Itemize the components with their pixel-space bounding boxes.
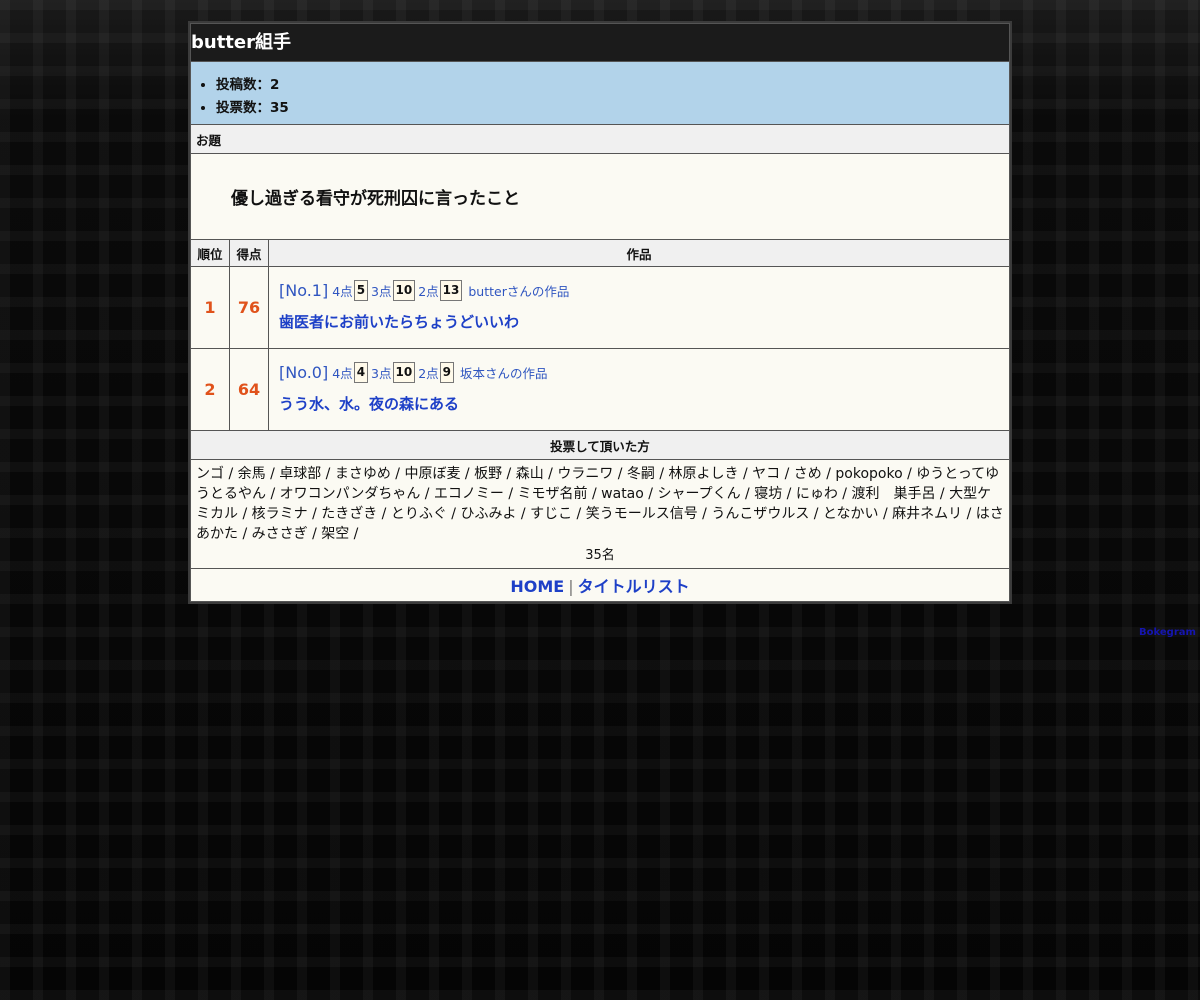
points-3-count: 10	[392, 361, 416, 383]
work-cell: [No.0] 4点 4 3点 10 2点 9 坂本さんの作品 うう水、水。夜の森…	[268, 348, 1010, 431]
work-header: 作品	[268, 239, 1010, 267]
score-cell: 76	[229, 266, 269, 349]
home-link[interactable]: HOME	[510, 577, 564, 596]
nav-separator: |	[568, 577, 574, 596]
odai-text: 優し過ぎる看守が死刑囚に言ったこと	[190, 153, 1010, 240]
entry-meta: [No.0] 4点 4 3点 10 2点 9 坂本さんの作品	[279, 361, 1009, 383]
points-3-label: 3点	[371, 365, 392, 381]
stats-list: 投稿数：2 投票数：35	[191, 67, 1009, 120]
author-link[interactable]: butterさんの作品	[468, 281, 569, 300]
points-4-label: 4点	[332, 283, 353, 299]
voter-list: ンゴ / 余馬 / 卓球部 / まさゆめ / 中原ぼ麦 / 板野 / 森山 / …	[196, 466, 1004, 542]
rank-cell: 1	[190, 266, 230, 349]
points-4-count: 5	[353, 279, 369, 301]
footer-nav: HOME | タイトルリスト	[190, 568, 1010, 602]
points-4-count: 4	[353, 361, 369, 383]
voters-heading: 投票して頂いた方	[190, 430, 1010, 460]
voters-section: ンゴ / 余馬 / 卓球部 / まさゆめ / 中原ぼ麦 / 板野 / 森山 / …	[190, 459, 1010, 569]
entry-meta: [No.1] 4点 5 3点 10 2点 13 butterさんの作品	[279, 279, 1009, 301]
rank-cell: 2	[190, 348, 230, 431]
rank-header: 順位	[190, 239, 230, 267]
entry-number-link[interactable]: [No.1]	[279, 281, 328, 300]
score-cell: 64	[229, 348, 269, 431]
stats-section: 投稿数：2 投票数：35	[190, 61, 1010, 125]
credit-link[interactable]: Bokegram	[1139, 627, 1196, 638]
voter-count: 35名	[585, 548, 615, 563]
vote-count: 投票数：35	[216, 97, 1009, 120]
title-list-link[interactable]: タイトルリスト	[578, 577, 690, 596]
points-3-count: 10	[392, 279, 416, 301]
points-2-label: 2点	[418, 365, 439, 381]
points-2-count: 9	[439, 361, 455, 383]
odai-heading: お題	[190, 124, 1010, 154]
results-layout-table: butter組手 投稿数：2 投票数：35 お題 優し過ぎる看守が死刑囚に言った…	[190, 23, 1010, 602]
page-title: butter組手	[190, 23, 1010, 62]
work-title: 歯医者にお前いたらちょうどいいわ	[279, 313, 520, 331]
author-link[interactable]: 坂本さんの作品	[460, 363, 548, 382]
table-row: 1 76 [No.1] 4点 5 3点 10 2点 13 butterさんの作品…	[190, 266, 1010, 349]
points-2-count: 13	[439, 279, 463, 301]
results-panel: butter組手 投稿数：2 投票数：35 お題 優し過ぎる看守が死刑囚に言った…	[188, 21, 1012, 604]
entry-number-link[interactable]: [No.0]	[279, 363, 328, 382]
points-4-label: 4点	[332, 365, 353, 381]
points-3-label: 3点	[371, 283, 392, 299]
points-2-label: 2点	[418, 283, 439, 299]
work-title: うう水、水。夜の森にある	[279, 395, 460, 413]
post-count: 投稿数：2	[216, 74, 1009, 97]
score-header: 得点	[229, 239, 269, 267]
table-row: 2 64 [No.0] 4点 4 3点 10 2点 9 坂本さんの作品 うう水、…	[190, 348, 1010, 431]
work-cell: [No.1] 4点 5 3点 10 2点 13 butterさんの作品 歯医者に…	[268, 266, 1010, 349]
